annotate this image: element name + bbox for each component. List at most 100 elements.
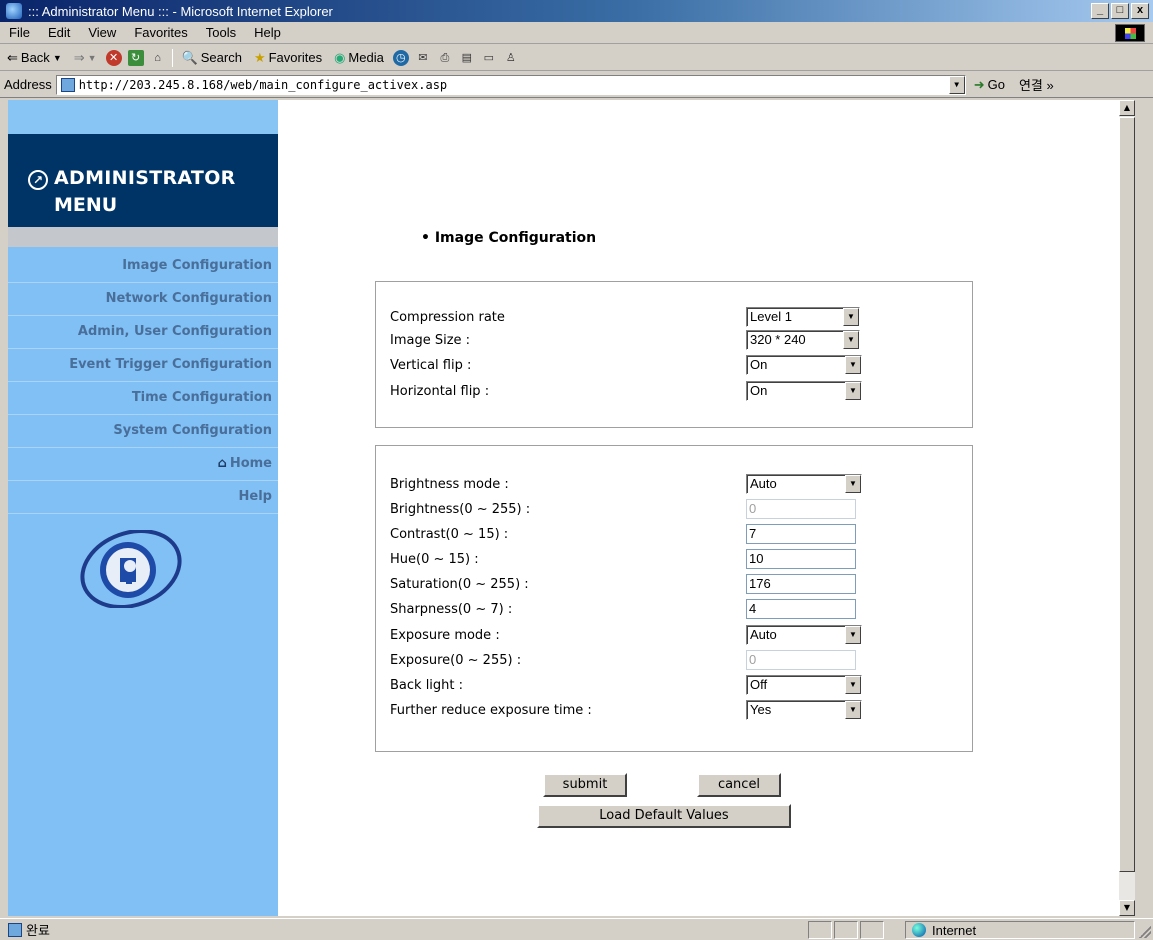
mail-icon[interactable]: ✉: [415, 50, 431, 66]
sharpness-input[interactable]: 4: [746, 599, 856, 619]
page-viewport: ↗ ADMINISTRATOR MENU Image Configuration…: [8, 100, 1135, 916]
image-settings-panel: Compression rate Level 1 ▼ Image Size : …: [375, 281, 973, 428]
print-icon[interactable]: ⎙: [437, 50, 453, 66]
window-title: ::: Administrator Menu ::: - Microsoft I…: [28, 3, 333, 19]
hue-input[interactable]: 10: [746, 549, 856, 569]
forward-button[interactable]: ⇒ ▼: [71, 50, 100, 66]
image-size-row: Image Size : 320 * 240 ▼: [390, 330, 960, 354]
sharpness-label: Sharpness(0 ~ 7) :: [390, 602, 513, 617]
menu-help[interactable]: Help: [245, 25, 290, 40]
maximize-button[interactable]: □: [1111, 3, 1129, 19]
go-button[interactable]: ➜ Go: [974, 77, 1005, 93]
scroll-up-icon[interactable]: ▲: [1119, 100, 1135, 116]
favorites-icon: ★: [253, 49, 266, 65]
status-pane: [834, 921, 858, 939]
page-done-icon: [8, 922, 22, 937]
vertical-flip-row: Vertical flip : On ▼: [390, 355, 960, 379]
links-button[interactable]: 연결 »: [1019, 75, 1054, 94]
resize-grip-icon[interactable]: [1139, 926, 1151, 938]
forward-arrow-icon: ⇒: [73, 49, 85, 65]
horizontal-flip-value: On: [750, 383, 768, 398]
scroll-down-icon[interactable]: ▼: [1119, 900, 1135, 916]
globe-icon: [912, 923, 926, 937]
chevron-down-icon: ▼: [843, 331, 859, 349]
close-button[interactable]: x: [1131, 3, 1149, 19]
favorites-button[interactable]: ★ Favorites: [251, 50, 325, 66]
back-light-label: Back light :: [390, 678, 464, 693]
back-arrow-icon: ⇐: [7, 49, 18, 65]
sidebar-item-help[interactable]: Help: [8, 481, 278, 514]
history-icon[interactable]: ◷: [392, 49, 409, 66]
sidebar-item-system-configuration[interactable]: System Configuration: [8, 415, 278, 448]
compression-rate-select[interactable]: Level 1 ▼: [746, 307, 860, 327]
contrast-row: Contrast(0 ~ 15) : 7: [390, 524, 960, 548]
contrast-label: Contrast(0 ~ 15) :: [390, 527, 509, 542]
page-title: • Image Configuration: [421, 230, 596, 246]
sidebar-item-admin-user-configuration[interactable]: Admin, User Configuration: [8, 316, 278, 349]
exposure-label: Exposure(0 ~ 255) :: [390, 653, 522, 668]
vertical-scrollbar[interactable]: ▲ ▼: [1119, 100, 1135, 916]
refresh-icon[interactable]: ↻: [127, 49, 144, 66]
menu-view[interactable]: View: [79, 25, 125, 40]
edit-icon[interactable]: ▤: [459, 50, 475, 66]
go-label: Go: [987, 77, 1005, 92]
window-controls: _ □ x: [1091, 3, 1149, 19]
messenger-icon[interactable]: ♙: [503, 50, 519, 66]
sidebar-item-image-configuration[interactable]: Image Configuration: [8, 250, 278, 283]
menu-edit[interactable]: Edit: [39, 25, 79, 40]
saturation-input[interactable]: 176: [746, 574, 856, 594]
vertical-flip-select[interactable]: On ▼: [746, 355, 862, 375]
sidebar-item-home[interactable]: ⌂ Home: [8, 448, 278, 481]
page-icon: [60, 77, 75, 92]
compression-rate-value: Level 1: [750, 309, 792, 324]
minimize-button[interactable]: _: [1091, 3, 1109, 19]
back-button[interactable]: ⇐ Back ▼: [4, 50, 65, 66]
menu-file[interactable]: File: [0, 25, 39, 40]
arrow-circle-icon: ↗: [28, 170, 48, 190]
exposure-mode-value: Auto: [750, 627, 777, 642]
window-titlebar: ::: Administrator Menu ::: - Microsoft I…: [0, 0, 1153, 22]
search-button[interactable]: 🔍 Search: [179, 50, 245, 66]
chevron-down-icon: ▼: [52, 52, 62, 63]
submit-button[interactable]: submit: [543, 773, 627, 797]
toolbar-separator: [171, 48, 173, 67]
home-icon[interactable]: ⌂: [150, 50, 166, 66]
address-url: http://203.245.8.168/web/main_configure_…: [78, 77, 448, 92]
media-button[interactable]: ◉ Media: [331, 50, 387, 66]
stop-icon[interactable]: ✕: [105, 49, 122, 66]
sidebar-item-home-label: Home: [229, 456, 272, 471]
cancel-button[interactable]: cancel: [697, 773, 781, 797]
chevron-down-icon: ▼: [845, 626, 861, 644]
address-label: Address: [4, 77, 52, 92]
status-text: 완료: [26, 923, 50, 938]
sidebar: ↗ ADMINISTRATOR MENU Image Configuration…: [8, 100, 278, 916]
sidebar-item-time-configuration[interactable]: Time Configuration: [8, 382, 278, 415]
media-icon: ◉: [334, 49, 346, 65]
exposure-mode-row: Exposure mode : Auto ▼: [390, 625, 960, 649]
sidebar-item-network-configuration[interactable]: Network Configuration: [8, 283, 278, 316]
sidebar-item-event-trigger-configuration[interactable]: Event Trigger Configuration: [8, 349, 278, 382]
back-light-select[interactable]: Off ▼: [746, 675, 862, 695]
back-light-row: Back light : Off ▼: [390, 675, 960, 699]
contrast-input[interactable]: 7: [746, 524, 856, 544]
discuss-icon[interactable]: ▭: [481, 50, 497, 66]
status-panes: [808, 921, 884, 939]
exposure-input[interactable]: 0: [746, 650, 856, 670]
further-reduce-value: Yes: [750, 702, 772, 717]
address-input[interactable]: http://203.245.8.168/web/main_configure_…: [55, 74, 966, 95]
further-reduce-select[interactable]: Yes ▼: [746, 700, 862, 720]
image-size-select[interactable]: 320 * 240 ▼: [746, 330, 860, 350]
menu-favorites[interactable]: Favorites: [125, 25, 196, 40]
horizontal-flip-label: Horizontal flip :: [390, 384, 490, 399]
menu-tools[interactable]: Tools: [197, 25, 245, 40]
horizontal-flip-select[interactable]: On ▼: [746, 381, 862, 401]
saturation-row: Saturation(0 ~ 255) : 176: [390, 574, 960, 598]
scrollbar-thumb[interactable]: [1119, 117, 1135, 872]
brightness-input[interactable]: 0: [746, 499, 856, 519]
brightness-mode-select[interactable]: Auto ▼: [746, 474, 862, 494]
exposure-mode-label: Exposure mode :: [390, 628, 500, 643]
chevron-down-icon[interactable]: ▼: [948, 75, 965, 94]
load-default-values-button[interactable]: Load Default Values: [537, 804, 791, 828]
sidebar-nav: Image Configuration Network Configuratio…: [8, 250, 278, 514]
exposure-mode-select[interactable]: Auto ▼: [746, 625, 862, 645]
